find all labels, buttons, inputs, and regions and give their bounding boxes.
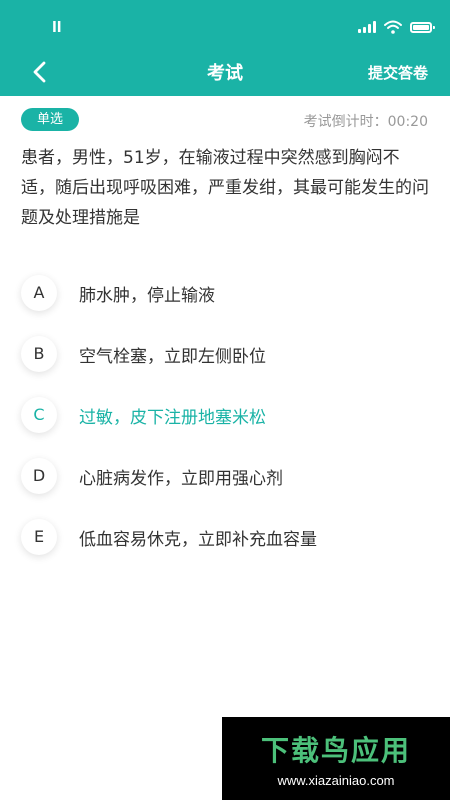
watermark-banner: 下载鸟应用 www.xiazainiao.com	[222, 717, 450, 800]
battery-icon	[410, 21, 435, 33]
watermark-logo: 下载鸟应用	[260, 734, 411, 767]
option-letter: C	[21, 397, 57, 433]
question-meta-row: 单选 考试倒计时：00:20	[0, 108, 450, 132]
option-label: 过敏，皮下注册地塞米松	[79, 408, 266, 428]
submit-exam-button[interactable]: 提交答卷	[368, 62, 428, 83]
status-bar-icons	[358, 20, 435, 34]
option-label: 空气栓塞，立即左侧卧位	[79, 347, 266, 367]
watermark-url: www.xiazainiao.com	[277, 773, 395, 788]
answer-options-list: A 肺水肿，停止输液 B 空气栓塞，立即左侧卧位 C 过敏，皮下注册地塞米松 D…	[0, 269, 450, 574]
top-app-bar: ll 考试 提交答卷	[0, 0, 450, 96]
option-label: 心脏病发作，立即用强心剂	[79, 469, 283, 489]
signal-bars-icon	[358, 21, 376, 33]
option-letter: D	[21, 458, 57, 494]
option-b[interactable]: B 空气栓塞，立即左侧卧位	[0, 330, 450, 391]
wifi-icon	[384, 20, 402, 34]
option-letter: A	[21, 275, 57, 311]
option-a[interactable]: A 肺水肿，停止输液	[0, 269, 450, 330]
option-letter: E	[21, 519, 57, 555]
option-d[interactable]: D 心脏病发作，立即用强心剂	[0, 452, 450, 513]
question-text: 患者，男性，51岁，在输液过程中突然感到胸闷不适，随后出现呼吸困难，严重发绀，其…	[21, 148, 429, 228]
exam-countdown: 考试倒计时：00:20	[303, 114, 428, 130]
question-type-badge: 单选	[21, 108, 79, 131]
option-letter: B	[21, 336, 57, 372]
option-label: 低血容易休克，立即补充血容量	[79, 530, 317, 550]
option-c[interactable]: C 过敏，皮下注册地塞米松	[0, 391, 450, 452]
option-e[interactable]: E 低血容易休克，立即补充血容量	[0, 513, 450, 574]
option-label: 肺水肿，停止输液	[79, 286, 215, 306]
status-bar-left-text: ll	[52, 20, 62, 36]
